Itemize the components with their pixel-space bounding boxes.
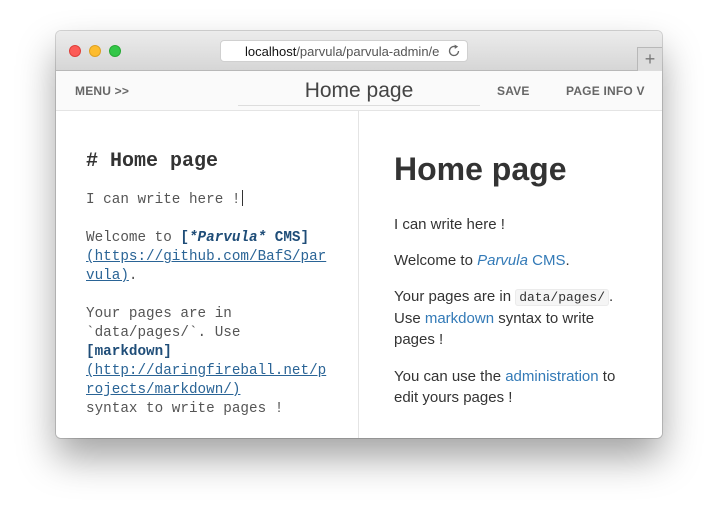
editor-heading: # Home page: [86, 150, 219, 173]
close-window-button[interactable]: [69, 45, 81, 57]
admin-toolbar: MENU >> SAVE PAGE INFO V: [56, 71, 662, 111]
save-button[interactable]: SAVE: [497, 84, 530, 98]
minimize-window-button[interactable]: [89, 45, 101, 57]
preview-heading: Home page: [394, 151, 567, 187]
title-bar: localhost/parvula/parvula-admin/e +: [56, 31, 662, 71]
new-tab-button[interactable]: +: [637, 47, 662, 71]
editor-line-1: I can write here !: [86, 190, 331, 210]
administration-link[interactable]: administration: [505, 368, 598, 385]
address-text: localhost/parvula/parvula-admin/e: [245, 45, 441, 59]
editor-line-3: Your pages are in `data/pages/`. Use [mark…: [86, 306, 327, 417]
editor-text[interactable]: # Home page I can write here ! Welcome t…: [86, 150, 331, 438]
preview-paragraph-2: Welcome to Parvula CMS.: [394, 252, 570, 269]
preview-paragraph-3: Your pages are in data/pages/. Use markd…: [394, 288, 614, 348]
url-host: localhost: [245, 45, 297, 59]
markdown-preview: Home page I can write here ! Welcome to …: [359, 111, 662, 438]
preview-paragraph-1: I can write here !: [394, 216, 505, 233]
menu-button[interactable]: MENU >>: [75, 84, 129, 98]
markdown-link[interactable]: markdown: [425, 310, 494, 327]
zoom-window-button[interactable]: [109, 45, 121, 57]
editor-link-text: [*Parvula* CMS]: [180, 230, 310, 246]
editor-inline-code: `data/pages/`: [86, 325, 198, 341]
browser-window: localhost/parvula/parvula-admin/e + MENU…: [56, 31, 662, 438]
page-info-button[interactable]: PAGE INFO V: [566, 84, 645, 98]
editor-markdown-link: [markdown]: [86, 344, 172, 360]
markdown-editor[interactable]: # Home page I can write here ! Welcome t…: [56, 111, 359, 438]
preview-paragraph-4: You can use the administration to edit y…: [394, 368, 616, 406]
parvula-link[interactable]: Parvula CMS: [477, 252, 565, 269]
reload-icon[interactable]: [447, 44, 461, 58]
page-title-input[interactable]: [238, 77, 480, 106]
text-cursor: [242, 190, 244, 206]
plus-icon: +: [644, 49, 656, 69]
address-bar[interactable]: localhost/parvula/parvula-admin/e: [220, 40, 468, 62]
editor-markdown-url: (http://daringfireball.net/projects/mark…: [86, 363, 327, 398]
editor-link-url: (https://github.com/BafS/parvula): [86, 249, 327, 284]
editor-line-2: Welcome to [*Parvula* CMS] (https://githu…: [86, 230, 327, 284]
preview-inline-code: data/pages/: [515, 289, 610, 306]
url-path: /parvula/parvula-admin/e: [296, 45, 440, 59]
